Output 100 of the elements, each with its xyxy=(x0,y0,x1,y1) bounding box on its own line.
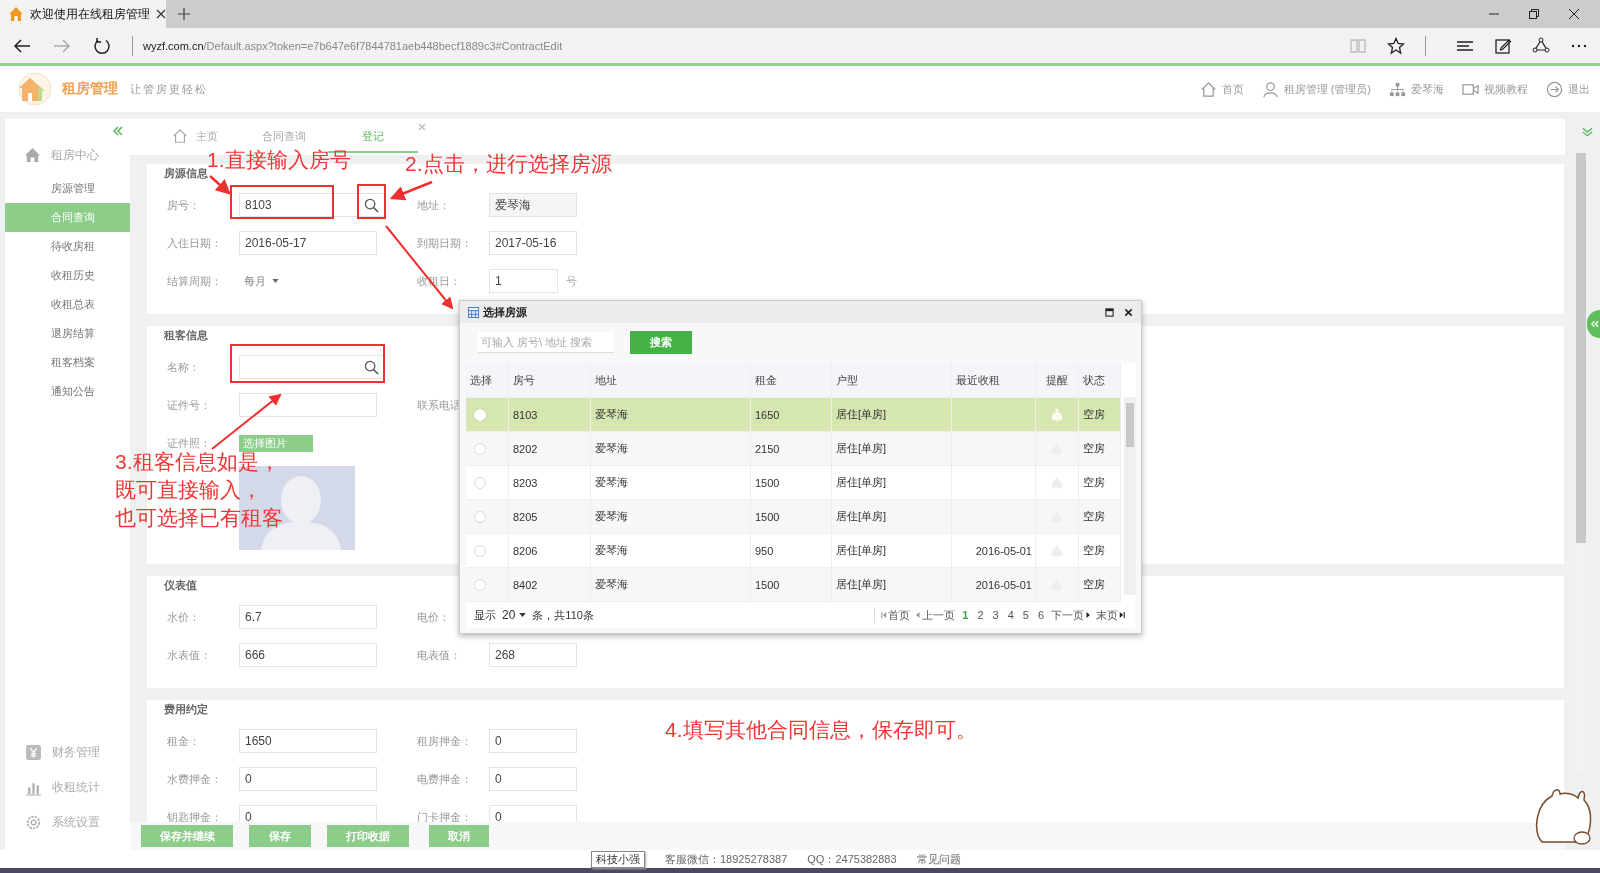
input-field[interactable]: 268 xyxy=(489,643,577,667)
table-cell: 1500 xyxy=(751,500,832,533)
previous-page-link[interactable]: 上一页 xyxy=(915,607,956,623)
share-icon[interactable] xyxy=(1532,36,1550,55)
yen-icon xyxy=(25,744,42,761)
money-bag-icon[interactable] xyxy=(1051,407,1063,422)
sidebar-item[interactable]: 通知公告 xyxy=(5,377,130,406)
chevron-down-icon[interactable] xyxy=(1582,127,1593,137)
search-field[interactable] xyxy=(239,355,385,379)
refresh-icon[interactable] xyxy=(92,35,112,56)
table-cell: 居住[单房] xyxy=(832,568,952,601)
close-icon[interactable] xyxy=(1124,307,1133,317)
page-link[interactable]: 3 xyxy=(990,609,1001,621)
input-field[interactable]: 6.7 xyxy=(239,605,377,629)
help-link[interactable]: 常见问题 xyxy=(916,851,961,867)
field-label: 入住日期： xyxy=(167,235,222,251)
book-icon[interactable] xyxy=(1349,36,1367,55)
search-field[interactable]: 8103 xyxy=(239,193,385,217)
star-icon[interactable] xyxy=(1387,36,1405,55)
field-label: 地址： xyxy=(417,197,450,213)
table-row[interactable]: 8103 爱琴海 1650 居住[单房] 空房 xyxy=(466,398,1121,432)
service-contact: 客服微信：18925278387 xyxy=(665,851,788,867)
page-link[interactable]: 4 xyxy=(1005,609,1016,621)
sidebar-item[interactable]: 租客档案 xyxy=(5,348,130,377)
field-label: 到期日期： xyxy=(417,235,472,251)
address-field[interactable]: wyzf.com.cn/Default.aspx?token=e7b647e6f7844781aeb448becf1889c3#ContractEdit xyxy=(143,39,563,52)
field-label: 证件照： xyxy=(167,435,211,451)
radio-button[interactable] xyxy=(474,510,486,523)
sidebar-item[interactable]: 收租总表 xyxy=(5,290,130,319)
input-field[interactable]: 2016-05-17 xyxy=(239,231,377,255)
radio-button[interactable] xyxy=(474,578,486,591)
search-icon[interactable] xyxy=(364,359,379,375)
input-field[interactable]: 0 xyxy=(239,767,377,791)
field-label: 水表值： xyxy=(167,647,211,663)
radio-button[interactable] xyxy=(474,544,486,557)
plus-icon[interactable] xyxy=(178,8,190,20)
qq-contact: QQ：2475382883 xyxy=(807,851,897,867)
first-page-link[interactable]: 首页 xyxy=(881,607,911,623)
logo-icon xyxy=(18,72,52,106)
table-cell: 950 xyxy=(751,534,832,567)
annotation-text: 3.租客信息如是， 既可直接输入， 也可选择已有租客 xyxy=(115,449,283,531)
input-field[interactable]: 0 xyxy=(489,729,577,753)
search-field[interactable]: 可输入 房号\ 地址 搜索 xyxy=(478,331,614,353)
table-cell: 空房 xyxy=(1079,534,1121,567)
table-cell: 爱琴海 xyxy=(591,398,751,431)
table-row[interactable]: 8202 爱琴海 2150 居住[单房] 空房 xyxy=(466,432,1121,466)
app-title: 租房管理 xyxy=(62,80,118,98)
column-header: 房号 xyxy=(509,363,591,397)
table-cell: 空房 xyxy=(1079,568,1121,601)
table-cell: 居住[单房] xyxy=(832,534,952,567)
field-label: 电价： xyxy=(417,609,450,625)
table-cell: 爱琴海 xyxy=(591,432,751,465)
page-size-dropdown[interactable]: 20 xyxy=(502,608,527,622)
settings-icon xyxy=(25,814,42,831)
radio-button[interactable] xyxy=(474,442,486,455)
restore-icon[interactable] xyxy=(1528,8,1540,20)
input-field[interactable]: 0 xyxy=(489,767,577,791)
close-icon[interactable] xyxy=(156,9,166,19)
sidebar-item[interactable]: 房源管理 xyxy=(5,174,130,203)
browser-tab[interactable]: 欢迎使用在线租房管理 xyxy=(0,0,166,28)
table-cell: 8103 xyxy=(509,398,591,431)
field-label: 结算周期： xyxy=(167,273,222,289)
pager-label: 显示 xyxy=(474,607,496,623)
house-icon xyxy=(8,6,24,22)
table-cell: 1650 xyxy=(751,398,832,431)
page-link[interactable]: 6 xyxy=(1035,609,1046,621)
pen-icon[interactable] xyxy=(1494,36,1512,55)
home-icon xyxy=(24,146,41,164)
collapse-icon[interactable] xyxy=(112,126,124,136)
column-header: 状态 xyxy=(1079,363,1121,397)
user-icon xyxy=(1261,80,1279,98)
input-field[interactable]: 2017-05-16 xyxy=(489,231,577,255)
input-field[interactable]: 1 xyxy=(489,269,558,293)
field-label: 水费押金： xyxy=(167,771,222,787)
table-cell: 居住[单房] xyxy=(832,500,952,533)
sidebar-item[interactable]: 待收房租 xyxy=(5,232,130,261)
last-page-link[interactable]: 末页 xyxy=(1096,607,1125,623)
page-link[interactable]: 5 xyxy=(1020,609,1031,621)
logout-icon xyxy=(1546,80,1563,98)
table-row[interactable]: 8205 爱琴海 1500 居住[单房] 空房 xyxy=(466,500,1121,534)
close-icon[interactable] xyxy=(1568,8,1580,20)
input-field[interactable]: 666 xyxy=(239,643,377,667)
section-title: 费用约定 xyxy=(163,702,209,717)
sidebar-item[interactable]: 退房结算 xyxy=(5,319,130,348)
page-link[interactable]: 2 xyxy=(975,609,986,621)
dropdown[interactable]: 每月 xyxy=(239,273,279,289)
radio-button[interactable] xyxy=(474,476,486,489)
search-icon[interactable] xyxy=(364,197,379,213)
maximize-icon[interactable] xyxy=(1105,307,1114,317)
input-field[interactable]: 1650 xyxy=(239,729,377,753)
table-cell: 8205 xyxy=(509,500,591,533)
input-field[interactable] xyxy=(239,393,377,417)
column-header: 地址 xyxy=(591,363,751,397)
section-title: 仪表值 xyxy=(163,578,198,593)
sidebar-item[interactable]: 收租历史 xyxy=(5,261,130,290)
scrollbar[interactable] xyxy=(1124,397,1136,595)
table-cell: 8203 xyxy=(509,466,591,499)
table-row[interactable]: 8402 爱琴海 1500 居住[单房] 2016-05-01 空房 xyxy=(466,568,1121,602)
table-cell: 8202 xyxy=(509,432,591,465)
next-page-link[interactable]: 下一页 xyxy=(1051,607,1091,623)
